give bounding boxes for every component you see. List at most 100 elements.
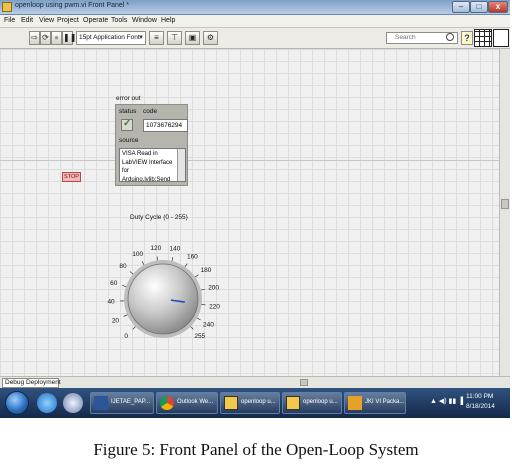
distribute-objects-icon[interactable]: ⊤	[167, 31, 182, 45]
source-field: VISA Read in LabVIEW Interface for Ardui…	[119, 148, 186, 182]
task-item[interactable]: JKI VI Packa...	[344, 392, 406, 414]
menu-help[interactable]: Help	[161, 17, 175, 24]
minimize-button[interactable]: –	[452, 1, 470, 13]
vipm-icon	[348, 396, 362, 410]
task-item[interactable]: openloop u...	[220, 392, 280, 414]
dial-tick	[141, 261, 145, 266]
dial-tick	[123, 314, 128, 317]
dial-tick-label: 80	[119, 263, 127, 270]
dial-tick-label: 160	[187, 253, 198, 260]
dial-tick	[129, 271, 134, 275]
clock-time[interactable]: 11:00 PM	[466, 393, 493, 400]
dial-tick	[190, 326, 194, 330]
menu-bar: File Edit View Project Operate Tools Win…	[0, 15, 510, 28]
dial-tick-label: 140	[169, 246, 180, 253]
resize-objects-icon[interactable]: ▣	[185, 31, 200, 45]
thunderbird-icon[interactable]	[63, 393, 83, 413]
dial-tick	[122, 285, 127, 287]
run-arrow-icon[interactable]: ⇨	[29, 31, 40, 45]
task-label: openloop u...	[241, 399, 276, 405]
menu-tools[interactable]: Tools	[111, 17, 127, 24]
error-out-cluster: status code ✓ 1073676294 source VISA Rea…	[115, 104, 188, 186]
task-label: openloop u...	[303, 399, 338, 405]
source-scrollbar[interactable]	[177, 149, 185, 181]
project-context[interactable]: Debug Deployment	[2, 378, 61, 388]
task-label: Outlook We...	[177, 399, 214, 405]
dial-tick	[196, 317, 201, 321]
close-button[interactable]: x	[488, 1, 508, 13]
vi-icon[interactable]	[493, 29, 509, 47]
align-objects-icon[interactable]: ≡	[149, 31, 164, 45]
abort-icon[interactable]: ●	[51, 31, 62, 45]
dial-tick-label: 120	[150, 245, 161, 252]
error-out-label: error out	[116, 95, 141, 102]
task-item[interactable]: IJETAE_PAP...	[90, 392, 154, 414]
labview-vi-icon	[286, 396, 300, 410]
task-label: IJETAE_PAP...	[111, 399, 151, 405]
connector-pane-icon[interactable]	[474, 29, 492, 47]
labview-app-icon	[2, 2, 12, 12]
menu-project[interactable]: Project	[57, 17, 79, 24]
title-bar: openloop using pwm.vi Front Panel * – □ …	[0, 0, 510, 15]
internet-explorer-icon[interactable]	[37, 393, 57, 413]
start-button[interactable]	[5, 391, 29, 415]
dial-tick	[132, 326, 136, 330]
chrome-icon	[160, 396, 174, 410]
checkmark-icon: ✓	[123, 118, 132, 129]
menu-edit[interactable]: Edit	[21, 17, 33, 24]
dial-tick	[201, 304, 206, 306]
dial-tick-label: 60	[110, 280, 118, 287]
menu-window[interactable]: Window	[132, 17, 157, 24]
task-item[interactable]: openloop u...	[282, 392, 342, 414]
status-label: status	[119, 108, 137, 115]
dial-tick-label: 255	[194, 333, 205, 340]
run-continuously-icon[interactable]: ⟳	[40, 31, 51, 45]
task-label: JKI VI Packa...	[365, 399, 405, 405]
dial-tick-label: 240	[203, 322, 214, 329]
dial-tick	[184, 263, 188, 268]
dial-knob	[127, 263, 199, 335]
menu-operate[interactable]: Operate	[83, 17, 108, 24]
vertical-scrollbar[interactable]	[499, 49, 510, 376]
clock-date[interactable]: 8/18/2014	[466, 403, 495, 410]
word-icon	[94, 396, 108, 410]
code-label: code	[143, 108, 158, 115]
context-help-button[interactable]: ?	[461, 31, 473, 45]
figure-caption: Figure 5: Front Panel of the Open-Loop S…	[93, 440, 419, 459]
menu-view[interactable]: View	[39, 17, 54, 24]
task-item[interactable]: Outlook We...	[156, 392, 218, 414]
font-select[interactable]: 15pt Application Font ▼	[76, 31, 146, 45]
panel-status-bar: Debug Deployment	[0, 376, 510, 388]
source-text: VISA Read in LabVIEW Interface for Ardui…	[122, 151, 173, 182]
dial-tick-label: 100	[132, 251, 143, 258]
menu-file[interactable]: File	[4, 17, 15, 24]
duty-cycle-dial[interactable]: 0 20 40 60 80 100 120 140 160180 200 220 240 255	[95, 224, 230, 374]
dial-tick	[156, 256, 158, 261]
dial-tick-label: 0	[124, 333, 128, 340]
chevron-down-icon: ▼	[138, 35, 144, 41]
dial-tick	[171, 257, 174, 262]
system-tray[interactable]: ▲ ◀) ▮▮ ▐	[430, 397, 463, 405]
screenshot: openloop using pwm.vi Front Panel * – □ …	[0, 0, 510, 418]
maximize-button[interactable]: □	[470, 1, 488, 13]
dial-tick-label: 200	[208, 284, 219, 291]
code-field: 1073676294	[143, 119, 188, 132]
dial-tick-label: 220	[209, 303, 220, 310]
dial-tick	[200, 288, 205, 291]
pause-icon[interactable]: ❚❚	[62, 31, 76, 45]
font-select-value: 15pt Application Font	[79, 34, 140, 41]
labview-vi-icon	[224, 396, 238, 410]
stop-button[interactable]: STOP	[62, 172, 81, 182]
horizontal-scroll-thumb[interactable]	[300, 379, 308, 386]
dial-tick-label: 20	[112, 317, 120, 324]
reorder-icon[interactable]: ⚙	[203, 31, 218, 45]
panel-divider	[0, 160, 499, 161]
front-panel: error out status code ✓ 1073676294 sourc…	[0, 49, 499, 376]
vertical-scroll-thumb[interactable]	[501, 199, 509, 209]
toolbar: ⇨ ⟳ ● ❚❚ 15pt Application Font ▼ ≡ ⊤ ▣ ⚙…	[0, 28, 510, 49]
dial-tick	[194, 274, 199, 278]
source-label: source	[119, 137, 139, 144]
duty-cycle-label: Duty Cycle (0 - 255)	[130, 214, 188, 221]
status-indicator: ✓	[121, 118, 133, 131]
search-icon[interactable]	[446, 33, 454, 41]
